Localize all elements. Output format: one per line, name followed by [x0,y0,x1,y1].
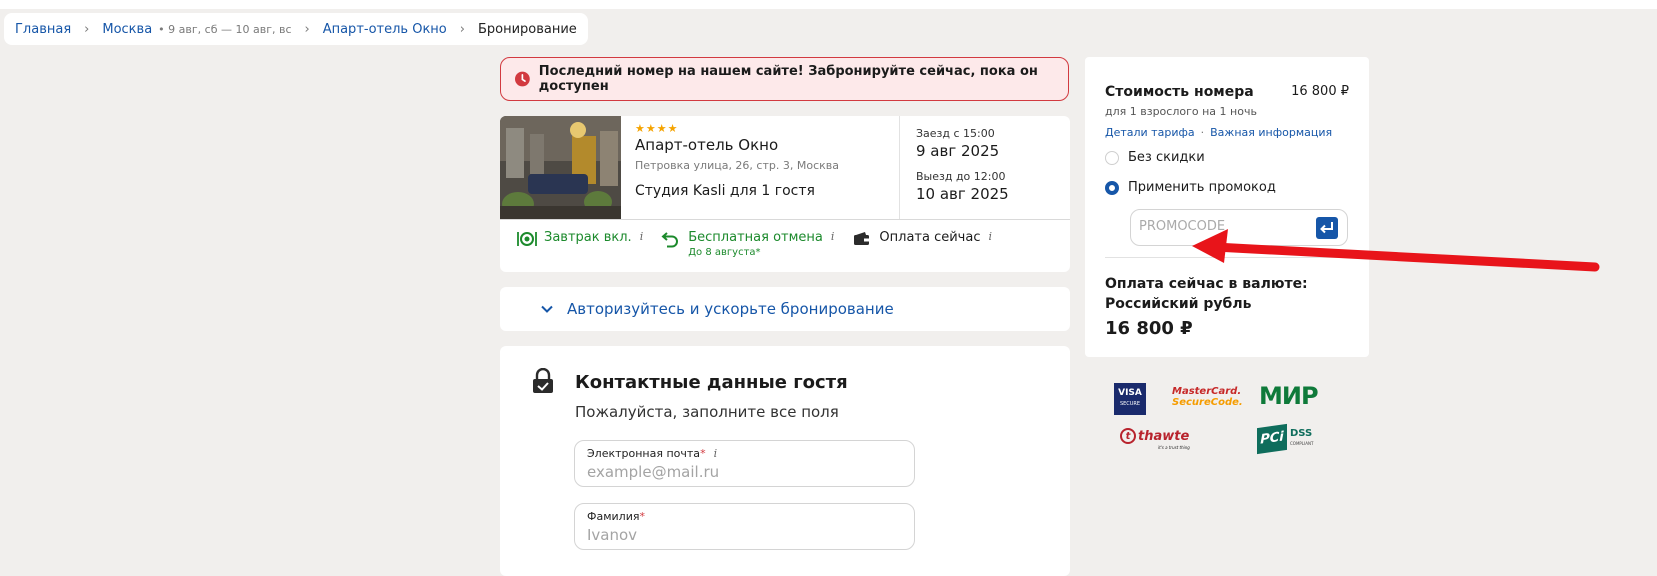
chevron-right-icon: › [459,21,465,37]
important-info-link[interactable]: Важная информация [1210,126,1332,139]
email-input[interactable] [587,463,887,481]
chevron-right-icon: › [84,21,90,37]
thawte-logo: t thawte it's a trust thing [1120,428,1190,450]
option-apply-promo-label: Применить промокод [1128,180,1276,195]
login-expander-label: Авторизуйтесь и ускорьте бронирование [567,300,894,318]
security-logos: VISA SECURE MasterCard. SecureCode. МИР tt… [1110,380,1350,460]
checkout-date: 10 авг 2025 [916,185,1009,203]
breadcrumb-hotel[interactable]: Апарт-отель Окно [323,22,447,37]
feature-breakfast: Завтрак вкл. i [517,230,643,258]
undo-arrow-icon [661,232,679,248]
chevron-down-icon [541,305,553,313]
free-cancel-note: До 8 августа* [688,247,761,258]
price-title: Стоимость номера [1105,84,1254,100]
breadcrumb-city[interactable]: Москва [102,22,152,37]
guest-contact-form: Контактные данные гостя Пожалуйста, запо… [500,346,1070,576]
chevron-right-icon: › [304,21,310,37]
room-features: Завтрак вкл. i Бесплатная отмена До 8 ав… [517,230,1010,258]
hotel-address: Петровка улица, 26, стр. 3, Москва [635,159,839,172]
clock-icon [515,71,530,87]
price-links: Детали тарифа · Важная информация [1105,126,1332,139]
hotel-photo[interactable] [500,116,621,219]
price-divider [1105,257,1349,258]
surname-field: Фамилия* [574,503,915,550]
checkout-label: Выезд до 12:00 [916,170,1006,183]
promo-input[interactable] [1139,219,1299,234]
email-field: Электронная почта* i [574,440,915,487]
checkin-date: 9 авг 2025 [916,142,1000,160]
breadcrumb-dates: • 9 авг, сб — 10 авг, вс [158,22,292,36]
email-label: Электронная почта* i [587,447,718,460]
radio-unchecked[interactable] [1105,150,1119,165]
info-icon[interactable]: i [714,447,718,460]
enter-icon[interactable] [1316,217,1338,239]
card-divider [500,219,1070,220]
feature-pay-now: Оплата сейчас i [852,230,992,258]
pci-dss-logo: PCi DSS COMPLIANT [1257,423,1313,455]
top-strip [0,0,1657,9]
price-total: 16 800 ₽ [1105,318,1193,339]
contact-subtitle: Пожалуйста, заполните все поля [575,403,839,421]
mastercard-securecode-logo: MasterCard. SecureCode. [1172,386,1243,408]
option-no-discount-label: Без скидки [1128,150,1205,165]
alert-text: Последний номер на нашем сайте! Забронир… [538,64,1038,94]
hotel-stars: ★★★★ [635,122,679,135]
hotel-name: Апарт-отель Окно [635,136,779,154]
info-icon[interactable]: i [640,230,644,243]
price-panel: Стоимость номера 16 800 ₽ для 1 взрослог… [1085,57,1369,357]
feature-free-cancel: Бесплатная отмена До 8 августа* i [661,230,834,258]
tariff-details-link[interactable]: Детали тарифа [1105,126,1195,139]
radio-checked[interactable] [1105,180,1119,195]
room-name: Студия Kasli для 1 гостя [635,183,815,199]
last-room-alert: Последний номер на нашем сайте! Забронир… [500,57,1069,101]
surname-label: Фамилия* [587,510,645,523]
breadcrumb: Главная › Москва • 9 авг, сб — 10 авг, в… [4,13,588,45]
hotel-card: ★★★★ Апарт-отель Окно Петровка улица, 26… [500,116,1070,272]
breadcrumb-current: Бронирование [477,21,577,37]
lock-check-icon [533,368,553,393]
stay-dates: Заезд с 15:00 9 авг 2025 Выезд до 12:00 … [899,116,1070,219]
option-no-discount[interactable]: Без скидки [1105,150,1205,165]
hotel-info: ★★★★ Апарт-отель Окно Петровка улица, 26… [635,122,895,199]
mir-logo: МИР [1259,382,1319,410]
price-guests-nights: для 1 взрослого на 1 ночь [1105,105,1257,118]
info-icon[interactable]: i [988,230,992,243]
breakfast-label: Завтрак вкл. [544,230,632,245]
option-apply-promo[interactable]: Применить промокод [1105,180,1276,195]
payment-currency: Оплата сейчас в валюте: Российский рубль [1105,276,1308,312]
promo-field [1130,209,1348,246]
pay-now-label: Оплата сейчас [879,230,981,245]
checkin-label: Заезд с 15:00 [916,127,995,140]
breakfast-icon [517,232,537,246]
surname-input[interactable] [587,526,887,544]
contact-title: Контактные данные гостя [575,372,848,393]
wallet-icon [854,232,870,245]
visa-secure-logo: VISA SECURE [1114,383,1146,415]
free-cancel-label: Бесплатная отмена [688,230,823,245]
price-amount: 16 800 ₽ [1291,84,1349,99]
breadcrumb-home[interactable]: Главная [15,22,71,37]
info-icon[interactable]: i [831,230,835,243]
login-expander[interactable]: Авторизуйтесь и ускорьте бронирование [500,287,1070,331]
link-separator: · [1200,126,1205,139]
